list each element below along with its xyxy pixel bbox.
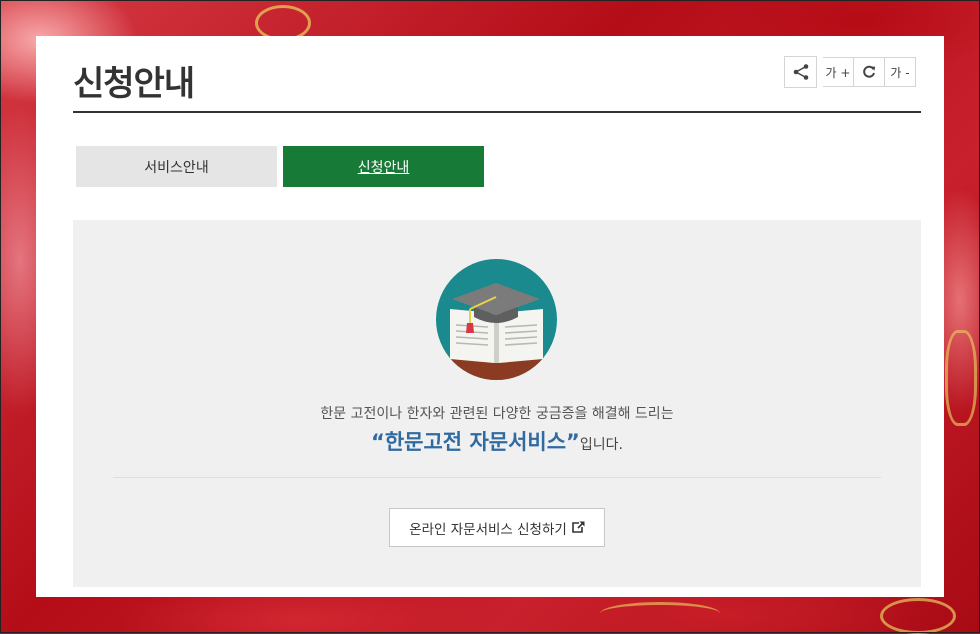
page-tools: 가 + 가 - xyxy=(784,56,916,88)
tab-application-info[interactable]: 신청안내 xyxy=(283,146,484,187)
tab-bar: 서비스안내 신청안내 xyxy=(76,146,484,187)
headline-suffix: 입니다. xyxy=(579,437,623,453)
reset-button[interactable] xyxy=(854,57,885,87)
service-headline: “한문고전 자문서비스”입니다. xyxy=(73,426,921,456)
online-apply-label: 온라인 자문서비스 신청하기 xyxy=(409,521,567,538)
font-decrease-button[interactable]: 가 - xyxy=(885,57,916,87)
graduation-cap-book-icon xyxy=(436,259,557,380)
share-icon xyxy=(793,64,808,80)
tab-service-info[interactable]: 서비스안내 xyxy=(76,146,277,187)
content-panel: 신청안내 가 + 가 - 서비스안내 신청안내 한문 고전이나 한자와 관련된 … xyxy=(36,36,944,597)
font-increase-button[interactable]: 가 + xyxy=(823,57,854,87)
info-box: 한문 고전이나 한자와 관련된 다양한 궁금증을 해결해 드리는 “한문고전 자… xyxy=(73,220,921,587)
external-link-icon xyxy=(572,521,585,533)
content-divider xyxy=(113,477,881,478)
online-apply-button[interactable]: 온라인 자문서비스 신청하기 xyxy=(389,508,605,547)
refresh-icon xyxy=(863,65,876,78)
share-button[interactable] xyxy=(784,56,817,88)
page-title: 신청안내 xyxy=(73,64,195,104)
service-name: “한문고전 자문서비스” xyxy=(371,430,580,454)
intro-text: 한문 고전이나 한자와 관련된 다양한 궁금증을 해결해 드리는 xyxy=(320,406,674,422)
title-divider xyxy=(73,111,921,113)
